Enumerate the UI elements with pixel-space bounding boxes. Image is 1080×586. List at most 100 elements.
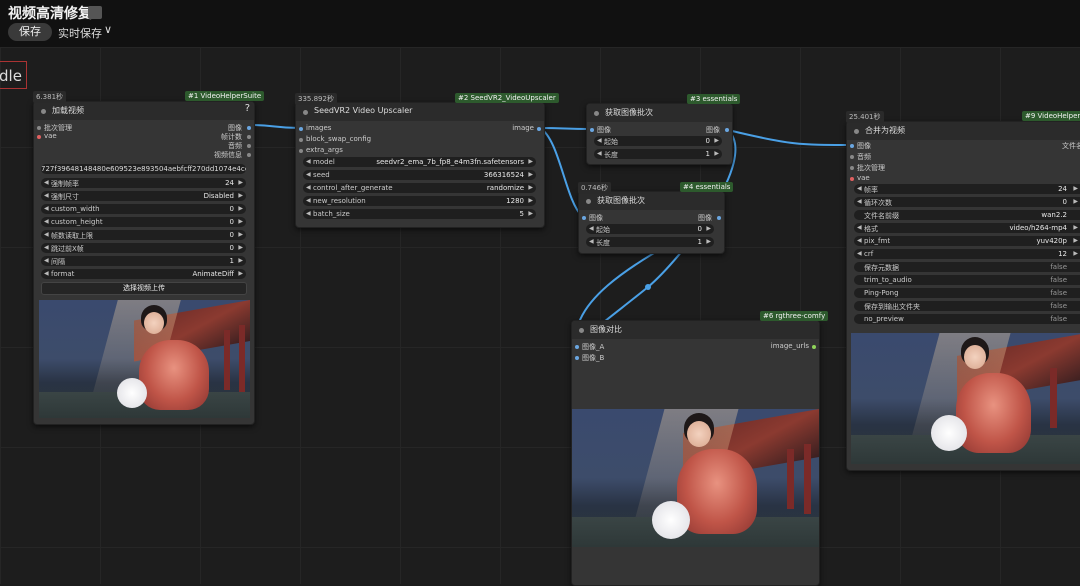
left-arrow-icon[interactable]: ◀ [306,184,311,191]
widget-custom-width[interactable]: ◀ custom_width 0 ▶ [41,204,246,214]
widget-seed[interactable]: ◀ seed 366316524 ▶ [303,170,536,180]
right-arrow-icon[interactable]: ▶ [1073,198,1078,205]
input-slot-dot[interactable] [850,144,854,148]
right-arrow-icon[interactable]: ▶ [238,205,243,212]
right-arrow-icon[interactable]: ▶ [1073,185,1078,192]
left-arrow-icon[interactable]: ◀ [857,250,862,257]
output-slot-dot[interactable] [247,135,251,139]
right-arrow-icon[interactable]: ▶ [238,218,243,225]
input-slot-dot[interactable] [37,126,41,130]
output-slot-dot[interactable] [812,345,816,349]
input-slot-dot[interactable] [299,138,303,142]
input-slot-dot[interactable] [575,345,579,349]
right-arrow-icon[interactable]: ▶ [528,210,533,217]
node-header[interactable]: 获取图像批次 [587,104,732,122]
widget-force-size[interactable]: ◀ 强制尺寸 Disabled ▶ [41,191,246,201]
widget-format[interactable]: ◀ 格式 video/h264-mp4 ▶ [854,223,1080,233]
left-arrow-icon[interactable]: ◀ [857,198,862,205]
widget-new-resolution[interactable]: ◀ new_resolution 1280 ▶ [303,196,536,206]
widget-force-rate[interactable]: ◀ 强制帧率 24 ▶ [41,178,246,188]
input-slot-dot[interactable] [850,166,854,170]
output-slot-dot[interactable] [537,127,541,131]
widget-skip-frames[interactable]: ◀ 跳过前X帧 0 ▶ [41,243,246,253]
output-slot-dot[interactable] [717,216,721,220]
node-header[interactable]: 合并为视频 [847,122,1080,140]
toggle-trim-to-audio[interactable]: trim_to_audio false [854,275,1080,285]
upload-video-button[interactable]: 选择视频上传 [41,282,247,295]
node-get-image-batch-3[interactable]: 获取图像批次 图像 图像 ◀ 起始 0 ▶ ◀ 长度 1 ▶ [586,103,733,165]
widget-pix-fmt[interactable]: ◀ pix_fmt yuv420p ▶ [854,236,1080,246]
left-arrow-icon[interactable]: ◀ [597,150,602,157]
right-arrow-icon[interactable]: ▶ [238,192,243,199]
left-arrow-icon[interactable]: ◀ [44,205,49,212]
input-slot-dot[interactable] [575,356,579,360]
left-arrow-icon[interactable]: ◀ [306,158,311,165]
toggle-save-output[interactable]: 保存到输出文件夹 false [854,301,1080,311]
right-arrow-icon[interactable]: ▶ [528,197,533,204]
left-arrow-icon[interactable]: ◀ [306,171,311,178]
input-slot-dot[interactable] [850,155,854,159]
collapse-dot-icon[interactable] [41,109,46,114]
right-arrow-icon[interactable]: ▶ [714,150,719,157]
left-arrow-icon[interactable]: ◀ [306,210,311,217]
widget-custom-height[interactable]: ◀ custom_height 0 ▶ [41,217,246,227]
toggle-save-metadata[interactable]: 保存元数据 false [854,262,1080,272]
right-arrow-icon[interactable]: ▶ [238,270,243,277]
output-slot-dot[interactable] [725,128,729,132]
widget-format[interactable]: ◀ format AnimateDiff ▶ [41,269,246,279]
output-video-preview[interactable] [851,333,1080,464]
widget-loop-count[interactable]: ◀ 循环次数 0 ▶ [854,197,1080,207]
right-arrow-icon[interactable]: ▶ [238,179,243,186]
right-arrow-icon[interactable]: ▶ [714,137,719,144]
collapse-dot-icon[interactable] [586,199,591,204]
widget-frame-rate[interactable]: ◀ 帧率 24 ▶ [854,184,1080,194]
help-icon[interactable]: ? [245,103,250,114]
node-video-upscaler[interactable]: SeedVR2 Video Upscaler images block_swap… [295,102,545,228]
left-arrow-icon[interactable]: ◀ [597,137,602,144]
video-file-select[interactable]: 727f39648148480e609523e893504aebfcff270d… [41,164,246,174]
left-arrow-icon[interactable]: ◀ [857,237,862,244]
input-slot-dot[interactable] [850,177,854,181]
right-arrow-icon[interactable]: ▶ [1073,250,1078,257]
input-slot-dot[interactable] [582,216,586,220]
right-arrow-icon[interactable]: ▶ [1073,224,1078,231]
node-header[interactable]: 加载视频 ? [34,102,254,120]
right-arrow-icon[interactable]: ▶ [238,231,243,238]
right-arrow-icon[interactable]: ▶ [238,257,243,264]
toggle-ping-pong[interactable]: Ping-Pong false [854,288,1080,298]
right-arrow-icon[interactable]: ▶ [1073,237,1078,244]
left-arrow-icon[interactable]: ◀ [857,224,862,231]
widget-frame-load-cap[interactable]: ◀ 帧数读取上限 0 ▶ [41,230,246,240]
comparison-preview-image[interactable] [572,409,819,547]
widget-length[interactable]: ◀ 长度 1 ▶ [594,149,722,159]
node-header[interactable]: SeedVR2 Video Upscaler [296,103,544,121]
left-arrow-icon[interactable]: ◀ [44,218,49,225]
node-get-image-batch-4[interactable]: 获取图像批次 图像 图像 ◀ 起始 0 ▶ ◀ 长度 1 ▶ [578,191,725,254]
right-arrow-icon[interactable]: ▶ [238,244,243,251]
output-slot-dot[interactable] [247,126,251,130]
widget-model[interactable]: ◀ model seedvr2_ema_7b_fp8_e4m3fn.safetens… [303,157,536,167]
output-slot-dot[interactable] [247,153,251,157]
left-arrow-icon[interactable]: ◀ [44,231,49,238]
node-header[interactable]: 图像对比 [572,321,819,339]
widget-start[interactable]: ◀ 起始 0 ▶ [594,136,722,146]
left-arrow-icon[interactable]: ◀ [44,257,49,264]
widget-start[interactable]: ◀ 起始 0 ▶ [586,224,714,234]
node-header[interactable]: 获取图像批次 [579,192,724,210]
widget-control-after-generate[interactable]: ◀ control_after_generate randomize ▶ [303,183,536,193]
input-slot-dot[interactable] [37,135,41,139]
right-arrow-icon[interactable]: ▶ [528,184,533,191]
collapse-dot-icon[interactable] [854,129,859,134]
left-arrow-icon[interactable]: ◀ [857,185,862,192]
input-slot-dot[interactable] [299,149,303,153]
toggle-no-preview[interactable]: no_preview false [854,314,1080,324]
input-slot-dot[interactable] [590,128,594,132]
left-arrow-icon[interactable]: ◀ [306,197,311,204]
widget-filename-prefix[interactable]: 文件名前缀 wan2.2 [854,210,1080,220]
collapse-dot-icon[interactable] [594,111,599,116]
output-slot-dot[interactable] [247,144,251,148]
right-arrow-icon[interactable]: ▶ [706,225,711,232]
left-arrow-icon[interactable]: ◀ [44,192,49,199]
left-arrow-icon[interactable]: ◀ [44,244,49,251]
right-arrow-icon[interactable]: ▶ [528,158,533,165]
